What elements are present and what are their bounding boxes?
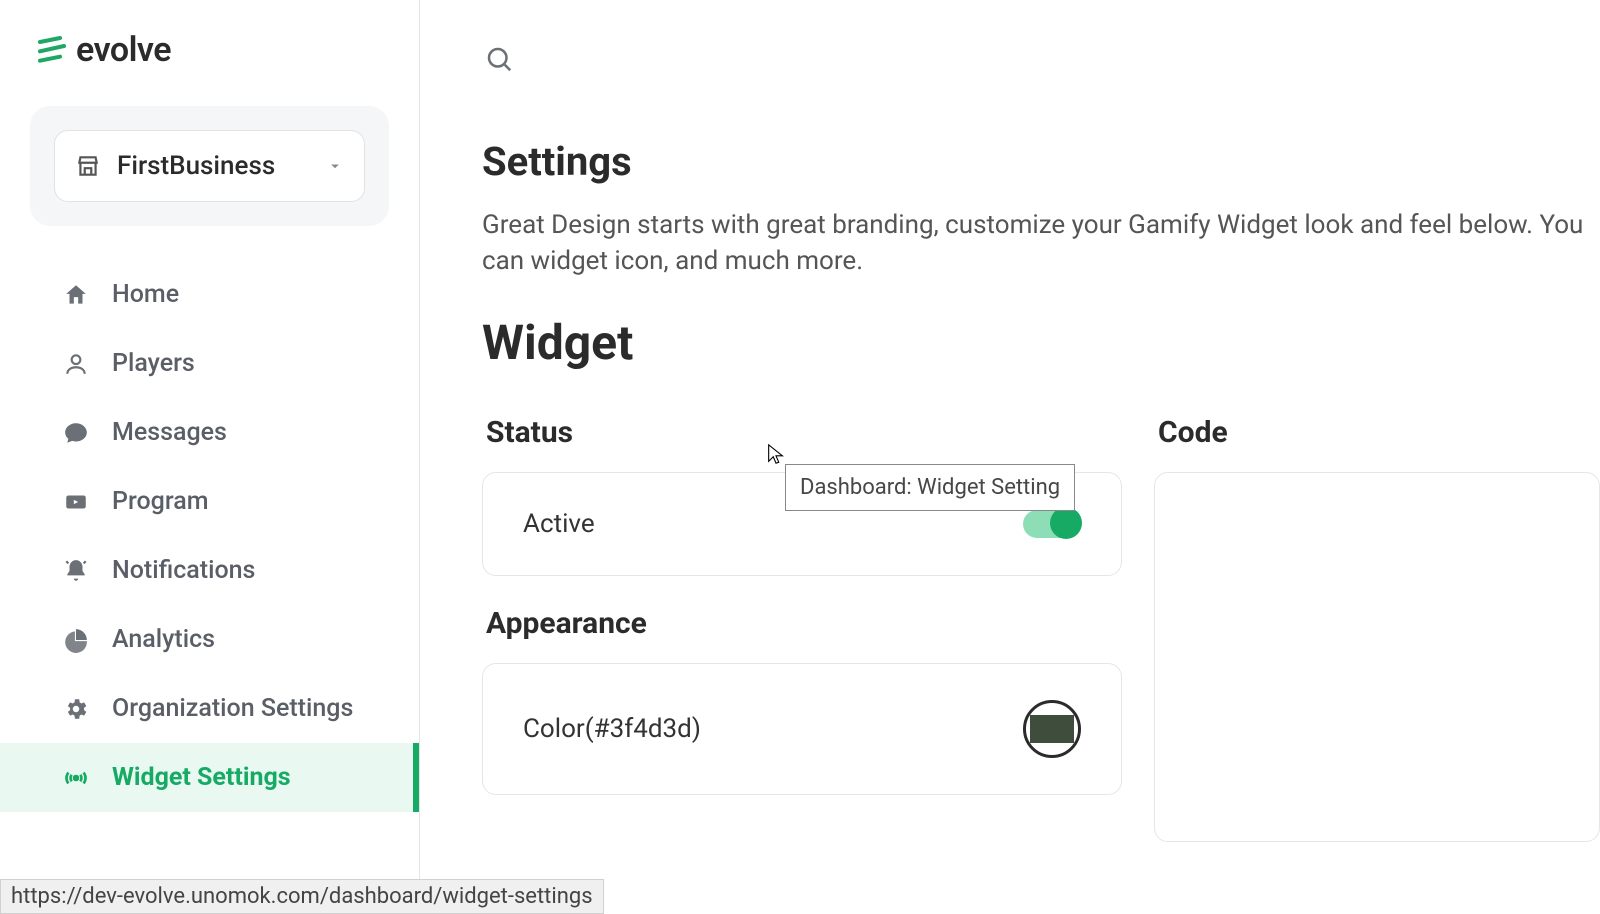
sidebar-item-label: Analytics xyxy=(112,625,215,654)
code-section-label: Code xyxy=(1154,415,1600,450)
sidebar-item-organization-settings[interactable]: Organization Settings xyxy=(0,674,419,743)
gear-icon xyxy=(62,695,90,723)
color-picker[interactable] xyxy=(1023,700,1081,758)
search-icon[interactable] xyxy=(484,59,514,78)
appearance-color-card: Color(#3f4d3d) xyxy=(482,663,1122,795)
sidebar-item-label: Notifications xyxy=(112,556,255,585)
evolve-logo-icon xyxy=(36,34,68,66)
page-description: Great Design starts with great branding,… xyxy=(482,207,1600,280)
storefront-icon xyxy=(75,153,101,179)
broadcast-icon xyxy=(62,764,90,792)
statusbar-url: https://dev-evolve.unomok.com/dashboard/… xyxy=(0,879,604,914)
active-toggle[interactable] xyxy=(1023,510,1081,538)
code-panel[interactable] xyxy=(1154,472,1600,842)
sidebar-item-label: Messages xyxy=(112,418,227,447)
pie-chart-icon xyxy=(62,626,90,654)
color-swatch-icon xyxy=(1030,715,1074,743)
sidebar-item-program[interactable]: Program xyxy=(0,467,419,536)
sidebar-item-label: Players xyxy=(112,349,195,378)
brand-name: evolve xyxy=(76,30,171,70)
active-label: Active xyxy=(523,509,595,539)
chat-icon xyxy=(62,419,90,447)
sidebar-item-label: Home xyxy=(112,280,179,309)
brand-logo[interactable]: evolve xyxy=(0,0,419,88)
status-section-label: Status xyxy=(482,415,1122,450)
sidebar-nav: Home Players Messages Program Notificati… xyxy=(0,260,419,812)
sidebar-item-notifications[interactable]: Notifications xyxy=(0,536,419,605)
color-label: Color(#3f4d3d) xyxy=(523,714,701,744)
business-name: FirstBusiness xyxy=(117,151,310,181)
business-selector[interactable]: FirstBusiness xyxy=(54,130,365,202)
chevron-down-icon xyxy=(326,157,344,175)
tooltip: Dashboard: Widget Setting xyxy=(785,464,1075,511)
sidebar-item-widget-settings[interactable]: Widget Settings xyxy=(0,743,419,812)
widget-heading: Widget xyxy=(482,314,1600,371)
ticket-icon xyxy=(62,488,90,516)
sidebar-item-label: Program xyxy=(112,487,208,516)
main: Settings Great Design starts with great … xyxy=(420,0,1600,900)
sidebar: evolve FirstBusiness Home Playe xyxy=(0,0,420,900)
sidebar-item-label: Widget Settings xyxy=(112,763,291,792)
bell-icon xyxy=(62,557,90,585)
sidebar-item-label: Organization Settings xyxy=(112,694,353,723)
sidebar-item-players[interactable]: Players xyxy=(0,329,419,398)
sidebar-item-messages[interactable]: Messages xyxy=(0,398,419,467)
sidebar-item-analytics[interactable]: Analytics xyxy=(0,605,419,674)
business-selector-card: FirstBusiness xyxy=(30,106,389,226)
sidebar-item-home[interactable]: Home xyxy=(0,260,419,329)
toggle-knob-icon xyxy=(1050,507,1082,539)
page-title: Settings xyxy=(482,138,1600,185)
user-icon xyxy=(62,350,90,378)
topbar xyxy=(420,0,1600,98)
home-icon xyxy=(62,281,90,309)
appearance-section-label: Appearance xyxy=(482,606,1122,641)
